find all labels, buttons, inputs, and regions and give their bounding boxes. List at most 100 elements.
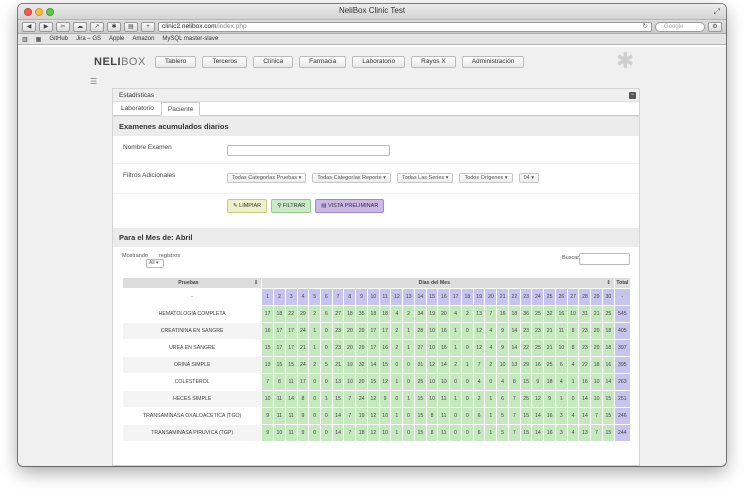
table-search-input[interactable] xyxy=(579,253,630,265)
day-number: 10 xyxy=(366,288,380,306)
day-count: 15 xyxy=(519,373,533,391)
day-count: 17 xyxy=(261,305,275,323)
url-host: clinic2.nelibox.com xyxy=(162,22,217,30)
day-count: 21 xyxy=(296,339,310,357)
bookmark-amazon[interactable]: Amazon xyxy=(132,36,154,42)
nav-rayos-x[interactable]: Rayos X xyxy=(411,56,456,68)
logo-main: NELI xyxy=(94,56,122,68)
day-count: 31 xyxy=(578,305,592,323)
day-count: 0 xyxy=(390,356,404,374)
nav-terceros[interactable]: Terceros xyxy=(202,56,248,68)
nav-laboratorio[interactable]: Laboratorio xyxy=(352,56,406,68)
filters-row: Filtros Adicionales Todas Categorías Pru… xyxy=(113,164,639,194)
bookmark-mysql[interactable]: MySQL master-slave xyxy=(162,36,218,42)
day-number: 2 xyxy=(273,288,286,306)
filter-series-label: Todas Las Series xyxy=(401,175,445,181)
day-count: 1 xyxy=(449,339,462,357)
settings-gear-icon[interactable]: ⚙ xyxy=(708,21,722,32)
filter-month[interactable]: 04 ▾ xyxy=(518,173,539,183)
day-number: 15 xyxy=(425,288,439,306)
nav-administracion[interactable]: Administración xyxy=(461,56,525,68)
grid-icon[interactable]: ▦ xyxy=(36,36,42,43)
reader-icon[interactable]: ▤ xyxy=(124,21,138,32)
filter-series[interactable]: Todas Las Series ▾ xyxy=(396,173,454,183)
filter-categories-report[interactable]: Todas Categorías Reporte ▾ xyxy=(312,173,391,183)
nav-tablero[interactable]: Tablero xyxy=(155,56,197,68)
exam-name-input[interactable] xyxy=(227,145,390,156)
share-icon[interactable]: ↗ xyxy=(90,21,104,32)
day-count: 12 xyxy=(366,424,380,442)
day-number: 20 xyxy=(484,288,498,306)
day-count: 1 xyxy=(390,373,404,391)
filter-origins[interactable]: Todos Orígenes ▾ xyxy=(459,173,513,183)
day-count: 15 xyxy=(261,339,275,357)
day-count: 1 xyxy=(402,339,415,357)
filter-button[interactable]: ⚲ FILTRAR xyxy=(271,199,312,213)
add-tab-button[interactable]: + xyxy=(141,21,155,32)
table-body: -1 2 3 4 5 6 7 8 9 10 11 12 13 14 15 16 17 18 19 20 21 22 23 24… xyxy=(121,288,632,442)
day-count: 1 xyxy=(566,373,580,391)
day-count: 15 xyxy=(273,356,286,374)
day-count: 7 xyxy=(507,424,521,442)
day-count: 19 xyxy=(425,305,439,323)
bookmarks-book-icon[interactable]: ▥ xyxy=(22,36,28,43)
col-days[interactable]: Días del Mes ⇕ xyxy=(261,277,615,289)
day-number: 13 xyxy=(402,288,415,306)
day-count: 18 xyxy=(601,322,615,340)
tab-laboratorio[interactable]: Laboratorio xyxy=(115,102,160,115)
col-total[interactable]: Total xyxy=(613,277,632,289)
extension-icon[interactable]: ✱ xyxy=(107,21,121,32)
collapse-icon[interactable]: − xyxy=(629,92,636,99)
filter-categories-report-label: Todas Categorías Reporte xyxy=(317,175,382,181)
action-buttons: ✎ LIMPIAR ⚲ FILTRAR ▤ VISTA PRELIMINAR xyxy=(227,194,639,218)
day-count: 16 xyxy=(543,424,556,442)
filter-categories-tests[interactable]: Todas Categorías Pruebas ▾ xyxy=(227,173,307,183)
day-count: 16 xyxy=(496,305,509,323)
day-count: 1 xyxy=(484,407,498,425)
clear-button[interactable]: ✎ LIMPIAR xyxy=(227,199,268,213)
day-count: 25 xyxy=(531,305,545,323)
day-count: 12 xyxy=(425,356,439,374)
address-bar[interactable]: clinic2.nelibox.com/index.php ↻ xyxy=(158,21,652,32)
day-count: 11 xyxy=(437,407,451,425)
nav-clinica[interactable]: Clínica xyxy=(253,56,294,68)
day-count: 18 xyxy=(378,305,392,323)
back-button[interactable]: ◀ xyxy=(22,21,36,32)
day-count: 4 xyxy=(449,305,462,323)
tab-paciente[interactable]: Paciente xyxy=(160,102,201,116)
sort-icon: ⇕ xyxy=(253,280,259,286)
day-count: 0 xyxy=(320,339,333,357)
forward-button[interactable]: ▶ xyxy=(39,21,53,32)
page-length-select[interactable]: All ▾ xyxy=(146,259,164,268)
cloud-icon[interactable]: ☁ xyxy=(73,21,87,32)
day-count: 20 xyxy=(590,322,603,340)
col-tests[interactable]: Pruebas ⇕ xyxy=(121,277,263,289)
day-count: 20 xyxy=(343,322,357,340)
day-count: 12 xyxy=(378,373,392,391)
tools-icon[interactable]: ✂ xyxy=(56,21,70,32)
day-count: 7 xyxy=(507,390,521,408)
day-count: 10 xyxy=(378,407,392,425)
day-count: 8 xyxy=(273,373,286,391)
reload-icon[interactable]: ↻ xyxy=(643,23,648,31)
day-count: 28 xyxy=(413,322,427,340)
day-count: 21 xyxy=(543,339,556,357)
app-logo[interactable]: NELIBOX xyxy=(94,56,146,68)
clear-icon: ✎ xyxy=(233,203,238,209)
nav-farmacia[interactable]: Farmacia xyxy=(299,56,347,68)
search-field[interactable]: Google xyxy=(655,21,705,32)
preview-button[interactable]: ▤ VISTA PRELIMINAR xyxy=(315,199,385,213)
bookmark-apple[interactable]: Apple xyxy=(109,36,124,42)
day-count: 15 xyxy=(519,407,533,425)
bookmark-github[interactable]: GitHub xyxy=(49,36,68,42)
day-count: 11 xyxy=(273,390,286,408)
day-count: 8 xyxy=(425,424,439,442)
day-count: 14 xyxy=(366,356,380,374)
bookmark-jira[interactable]: Jira – GS xyxy=(76,36,101,42)
day-count: 6 xyxy=(496,390,509,408)
day-count: 2 xyxy=(460,305,474,323)
day-count: 12 xyxy=(472,322,486,340)
month-title: Para el Mes de: Abril xyxy=(113,228,639,247)
menu-icon[interactable]: ☰ xyxy=(90,77,97,86)
fullscreen-icon[interactable]: ⤢ xyxy=(714,7,720,17)
